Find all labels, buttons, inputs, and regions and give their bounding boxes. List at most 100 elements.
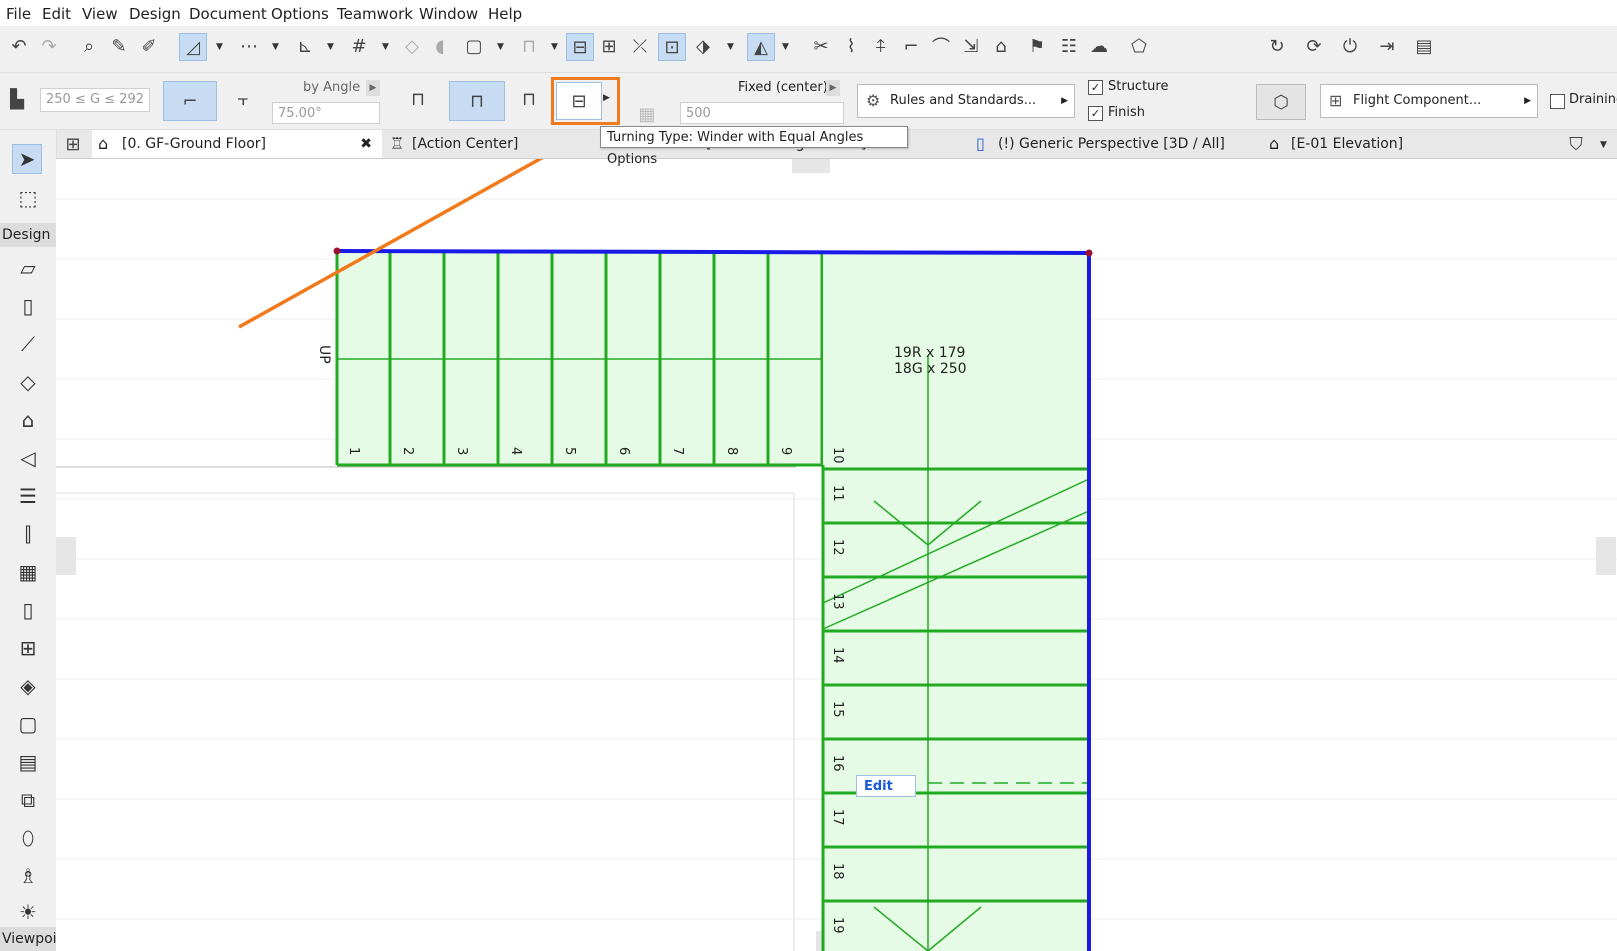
roof-icon[interactable]: ⌂ — [988, 33, 1014, 59]
turning-winder-icon[interactable]: ⊓ — [516, 86, 542, 112]
beam-tool-icon[interactable]: ⟋ — [14, 330, 42, 358]
chevron-down-icon[interactable]: ▼ — [216, 42, 223, 52]
menu-view[interactable]: View — [82, 5, 118, 23]
close-icon[interactable]: ✖ — [360, 130, 372, 158]
menu-window[interactable]: Window — [419, 5, 478, 23]
elevate-icon[interactable]: ⍏ — [868, 33, 894, 59]
chevron-down-icon[interactable]: ▼ — [727, 42, 734, 52]
structure-checkbox[interactable]: ✓ — [1088, 80, 1103, 95]
window-tool-icon[interactable]: ⊞ — [14, 634, 42, 662]
opening-tool-icon[interactable]: ▢ — [14, 710, 42, 738]
morph-tool-icon[interactable]: ⬯ — [14, 824, 42, 852]
wall-tool-icon[interactable]: ▱ — [14, 254, 42, 282]
stair-type-straight-button[interactable]: ⌐ — [163, 81, 217, 121]
stair-type-alt-icon[interactable]: ⫟ — [230, 86, 256, 112]
chevron-down-icon[interactable]: ▼ — [551, 42, 558, 52]
menu-edit[interactable]: Edit — [42, 5, 71, 23]
menu-document[interactable]: Document — [189, 5, 267, 23]
object-tool-icon[interactable]: ♗ — [14, 862, 42, 890]
finish-checkbox[interactable]: ✓ — [1088, 106, 1103, 121]
chevron-down-icon[interactable]: ▼ — [382, 42, 389, 52]
goal-range-field[interactable]: 250 ≤ G ≤ 292 — [40, 88, 150, 112]
turning-none-icon[interactable]: ⊓ — [405, 86, 431, 112]
shell-tool-icon[interactable]: ◁ — [14, 444, 42, 472]
chevron-down-icon[interactable]: ▼ — [497, 42, 504, 52]
bimx-icon[interactable]: ⬠ — [1126, 33, 1152, 59]
viewpoint-section-label[interactable]: Viewpoir — [0, 927, 56, 951]
chevron-right-icon[interactable]: ▶ — [366, 80, 380, 96]
tab-ground-floor[interactable]: ⌂ [0. GF-Ground Floor] ✖ — [92, 130, 382, 158]
design-section-label[interactable]: Design — [0, 223, 56, 247]
lock-icon[interactable]: ⊓ — [516, 33, 542, 59]
pen-icon[interactable]: ◖ — [427, 33, 453, 59]
marquee-tool-icon[interactable]: ⬚ — [14, 184, 42, 212]
plan-canvas[interactable]: 1 2 3 4 5 6 7 8 9 10 11 12 13 14 15 16 1… — [56, 159, 1617, 951]
guide-lines-icon[interactable]: ◿ — [179, 33, 207, 61]
chevron-down-icon[interactable]: ▼ — [327, 42, 334, 52]
syringe-icon[interactable]: ✐ — [136, 33, 162, 59]
document-icon[interactable]: ▤ — [1411, 33, 1437, 59]
dimension-icon[interactable]: ⊞ — [596, 33, 622, 59]
layer-icon[interactable]: ◇ — [399, 33, 425, 59]
menu-help[interactable]: Help — [488, 5, 522, 23]
lamp-tool-icon[interactable]: ☀ — [14, 898, 42, 926]
adjust-icon[interactable]: ⌇ — [838, 33, 864, 59]
graphic-override-icon[interactable]: ◭ — [747, 33, 775, 61]
zone-tool-icon[interactable]: ▤ — [14, 748, 42, 776]
coordinates-icon[interactable]: ⊾ — [292, 33, 318, 59]
materials-icon[interactable]: ⬡ — [1256, 84, 1306, 120]
undo-icon[interactable]: ↶ — [6, 33, 32, 59]
redo-icon[interactable]: ↷ — [36, 33, 62, 59]
column-tool-icon[interactable]: ▯ — [14, 292, 42, 320]
tab-overview-icon[interactable]: ⊞ — [60, 131, 86, 157]
angle-field[interactable]: 75.00° — [272, 102, 380, 124]
skylight-tool-icon[interactable]: ◈ — [14, 672, 42, 700]
stair-settings-icon[interactable]: ▙ — [4, 86, 30, 112]
find-select-icon[interactable]: ⌕ — [76, 33, 102, 59]
edit-button[interactable]: Edit — [856, 775, 916, 797]
stair-tool-icon[interactable]: ☰ — [14, 482, 42, 510]
trace-icon[interactable]: ⊟ — [566, 33, 594, 61]
flag-icon[interactable]: ⚑ — [1024, 33, 1050, 59]
window-icon[interactable]: ▢ — [461, 33, 487, 59]
mesh-tool-icon[interactable]: ⧉ — [14, 786, 42, 814]
refresh-icon[interactable]: ↻ — [1264, 33, 1290, 59]
curtain-wall-tool-icon[interactable]: ▦ — [14, 558, 42, 586]
menu-options[interactable]: Options — [271, 5, 329, 23]
draining-checkbox[interactable] — [1550, 94, 1565, 109]
snap-guides-icon[interactable]: ⋯ — [236, 33, 262, 59]
cross-icon[interactable]: ⤫ — [627, 33, 653, 59]
grid-snap-icon[interactable]: # — [346, 33, 372, 59]
surface-icon[interactable]: ⬗ — [690, 33, 716, 59]
eyedropper-icon[interactable]: ✎ — [106, 33, 132, 59]
plug-icon[interactable]: ⏻ — [1337, 33, 1363, 59]
menu-teamwork[interactable]: Teamwork — [337, 5, 413, 23]
fixed-value-field[interactable]: 500 — [680, 102, 844, 124]
split-icon[interactable]: ✂ — [808, 33, 834, 59]
export-icon[interactable]: ⇥ — [1374, 33, 1400, 59]
roof-tool-icon[interactable]: ⌂ — [14, 406, 42, 434]
rules-standards-button[interactable]: ⚙ Rules and Standards... ▶ — [857, 84, 1075, 118]
chevron-down-icon[interactable]: ▼ — [782, 42, 789, 52]
select-frame-icon[interactable]: ⊡ — [658, 33, 686, 61]
door-tool-icon[interactable]: ▯ — [14, 596, 42, 624]
chevron-right-icon[interactable]: ▶ — [826, 80, 840, 96]
slab-tool-icon[interactable]: ◇ — [14, 368, 42, 396]
sync-icon[interactable]: ⟳ — [1301, 33, 1327, 59]
curve-icon[interactable]: ⌒ — [928, 33, 954, 59]
arrow-tool-icon[interactable]: ➤ — [12, 144, 42, 174]
tab-3d-perspective[interactable]: ▯ (!) Generic Perspective [3D / All] — [972, 130, 1262, 158]
menu-file[interactable]: File — [6, 5, 31, 23]
publish-icon[interactable]: ☁ — [1086, 33, 1112, 59]
fillet-icon[interactable]: ⌐ — [898, 33, 924, 59]
resize-icon[interactable]: ⇲ — [958, 33, 984, 59]
turning-landing-button[interactable]: ⊓ — [449, 81, 505, 121]
schedule-icon[interactable]: ☷ — [1056, 33, 1082, 59]
railing-tool-icon[interactable]: ⫿ — [14, 520, 42, 548]
chevron-down-icon[interactable]: ▼ — [272, 42, 279, 52]
menu-design[interactable]: Design — [129, 5, 181, 23]
chevron-down-icon[interactable]: ▼ — [1600, 140, 1607, 150]
tab-menu-icon[interactable]: ⛉ — [1563, 131, 1589, 157]
tab-elevation[interactable]: ⌂ [E-01 Elevation] — [1265, 130, 1555, 158]
flight-component-button[interactable]: ⊞ Flight Component... ▶ — [1320, 84, 1538, 118]
